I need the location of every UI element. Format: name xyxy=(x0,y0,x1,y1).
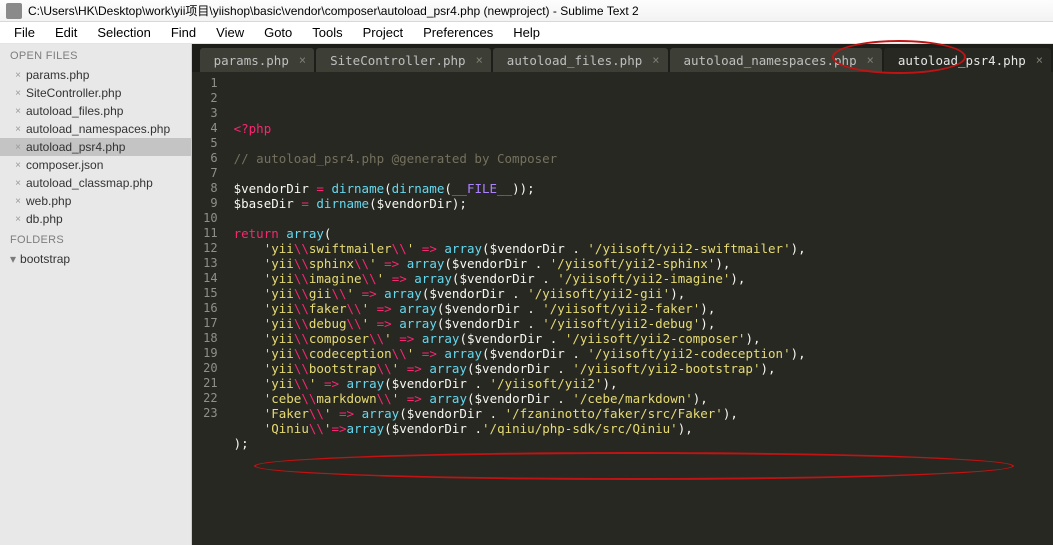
code-area[interactable]: 1234567891011121314151617181920212223 <?… xyxy=(192,72,1053,545)
tabbar: params.php×SiteController.php×autoload_f… xyxy=(192,44,1053,72)
open-file-item[interactable]: ×autoload_classmap.php xyxy=(0,174,191,192)
open-file-item[interactable]: ×autoload_psr4.php xyxy=(0,138,191,156)
tab-label: params.php xyxy=(214,53,289,68)
window-title: C:\Users\HK\Desktop\work\yii项目\yiishop\b… xyxy=(28,2,639,19)
code-line: 'yii\\debug\\' => array($vendorDir . '/y… xyxy=(234,316,997,331)
open-file-item[interactable]: ×autoload_namespaces.php xyxy=(0,120,191,138)
menu-edit[interactable]: Edit xyxy=(45,23,87,42)
open-file-label: web.php xyxy=(24,194,71,208)
close-icon[interactable]: × xyxy=(12,196,24,207)
code-line: 'yii\\codeception\\' => array($vendorDir… xyxy=(234,346,997,361)
open-file-label: autoload_classmap.php xyxy=(24,176,153,190)
code-line: 'yii\\' => array($vendorDir . '/yiisoft/… xyxy=(234,376,997,391)
code-line xyxy=(234,136,997,151)
close-icon[interactable]: × xyxy=(652,53,659,67)
folder-item[interactable]: ▾ bootstrap xyxy=(0,250,191,268)
open-file-label: autoload_files.php xyxy=(24,104,123,118)
open-file-item[interactable]: ×SiteController.php xyxy=(0,84,191,102)
code-line xyxy=(234,451,997,466)
menu-selection[interactable]: Selection xyxy=(87,23,160,42)
close-icon[interactable]: × xyxy=(476,53,483,67)
open-file-item[interactable]: ×db.php xyxy=(0,210,191,228)
open-file-label: params.php xyxy=(24,68,89,82)
folder-label: bootstrap xyxy=(20,252,70,266)
tab-label: SiteController.php xyxy=(330,53,465,68)
open-file-item[interactable]: ×autoload_files.php xyxy=(0,102,191,120)
code-line: // autoload_psr4.php @generated by Compo… xyxy=(234,151,997,166)
close-icon[interactable]: × xyxy=(12,160,24,171)
tab-item[interactable]: SiteController.php × xyxy=(316,48,491,72)
code-text[interactable]: <?php // autoload_psr4.php @generated by… xyxy=(228,72,997,545)
tab-label: autoload_psr4.php xyxy=(898,53,1026,68)
code-line: <?php xyxy=(234,121,997,136)
sidebar: OPEN FILES ×params.php×SiteController.ph… xyxy=(0,44,192,545)
tab-label: autoload_namespaces.php xyxy=(684,53,857,68)
menu-help[interactable]: Help xyxy=(503,23,550,42)
open-file-item[interactable]: ×composer.json xyxy=(0,156,191,174)
code-line: 'yii\\swiftmailer\\' => array($vendorDir… xyxy=(234,241,997,256)
code-line xyxy=(234,166,997,181)
close-icon[interactable]: × xyxy=(299,53,306,67)
close-icon[interactable]: × xyxy=(12,214,24,225)
tab-item[interactable]: params.php × xyxy=(200,48,315,72)
code-line: return array( xyxy=(234,226,997,241)
menu-tools[interactable]: Tools xyxy=(302,23,352,42)
open-file-label: autoload_psr4.php xyxy=(24,140,125,154)
close-icon[interactable]: × xyxy=(12,142,24,153)
gutter: 1234567891011121314151617181920212223 xyxy=(192,72,228,545)
code-line: 'yii\\gii\\' => array($vendorDir . '/yii… xyxy=(234,286,997,301)
code-line: 'Faker\\' => array($vendorDir . '/fzanin… xyxy=(234,406,997,421)
window-titlebar: C:\Users\HK\Desktop\work\yii项目\yiishop\b… xyxy=(0,0,1053,22)
folders-list: ▾ bootstrap xyxy=(0,250,191,268)
chevron-right-icon: ▾ xyxy=(10,252,16,266)
close-icon[interactable]: × xyxy=(1036,53,1043,67)
editor-pane: params.php×SiteController.php×autoload_f… xyxy=(192,44,1053,545)
close-icon[interactable]: × xyxy=(12,88,24,99)
code-line: 'yii\\faker\\' => array($vendorDir . '/y… xyxy=(234,301,997,316)
open-file-item[interactable]: ×params.php xyxy=(0,66,191,84)
open-file-label: composer.json xyxy=(24,158,103,172)
open-file-label: autoload_namespaces.php xyxy=(24,122,170,136)
menubar: FileEditSelectionFindViewGotoToolsProjec… xyxy=(0,22,1053,44)
code-line: 'yii\\bootstrap\\' => array($vendorDir .… xyxy=(234,361,997,376)
openfiles-heading: OPEN FILES xyxy=(0,44,191,66)
code-line: $vendorDir = dirname(dirname(__FILE__)); xyxy=(234,181,997,196)
menu-goto[interactable]: Goto xyxy=(254,23,302,42)
code-line: 'cebe\\markdown\\' => array($vendorDir .… xyxy=(234,391,997,406)
code-line xyxy=(234,211,997,226)
tab-item[interactable]: autoload_namespaces.php × xyxy=(670,48,882,72)
code-line: 'yii\\sphinx\\' => array($vendorDir . '/… xyxy=(234,256,997,271)
close-icon[interactable]: × xyxy=(12,178,24,189)
code-line: 'yii\\imagine\\' => array($vendorDir . '… xyxy=(234,271,997,286)
minimap[interactable] xyxy=(997,72,1053,545)
code-line: $baseDir = dirname($vendorDir); xyxy=(234,196,997,211)
open-file-label: SiteController.php xyxy=(24,86,121,100)
code-line: 'Qiniu\\'=>array($vendorDir .'/qiniu/php… xyxy=(234,421,997,436)
menu-preferences[interactable]: Preferences xyxy=(413,23,503,42)
open-file-item[interactable]: ×web.php xyxy=(0,192,191,210)
open-file-label: db.php xyxy=(24,212,63,226)
menu-file[interactable]: File xyxy=(4,23,45,42)
folders-heading: FOLDERS xyxy=(0,228,191,250)
menu-find[interactable]: Find xyxy=(161,23,206,42)
code-line: ); xyxy=(234,436,997,451)
close-icon[interactable]: × xyxy=(867,53,874,67)
close-icon[interactable]: × xyxy=(12,106,24,117)
menu-project[interactable]: Project xyxy=(353,23,413,42)
app-icon xyxy=(6,3,22,19)
close-icon[interactable]: × xyxy=(12,70,24,81)
tab-item[interactable]: autoload_psr4.php × xyxy=(884,48,1051,72)
tab-item[interactable]: autoload_files.php × xyxy=(493,48,668,72)
tab-label: autoload_files.php xyxy=(507,53,642,68)
openfiles-list: ×params.php×SiteController.php×autoload_… xyxy=(0,66,191,228)
menu-view[interactable]: View xyxy=(206,23,254,42)
code-line: 'yii\\composer\\' => array($vendorDir . … xyxy=(234,331,997,346)
close-icon[interactable]: × xyxy=(12,124,24,135)
